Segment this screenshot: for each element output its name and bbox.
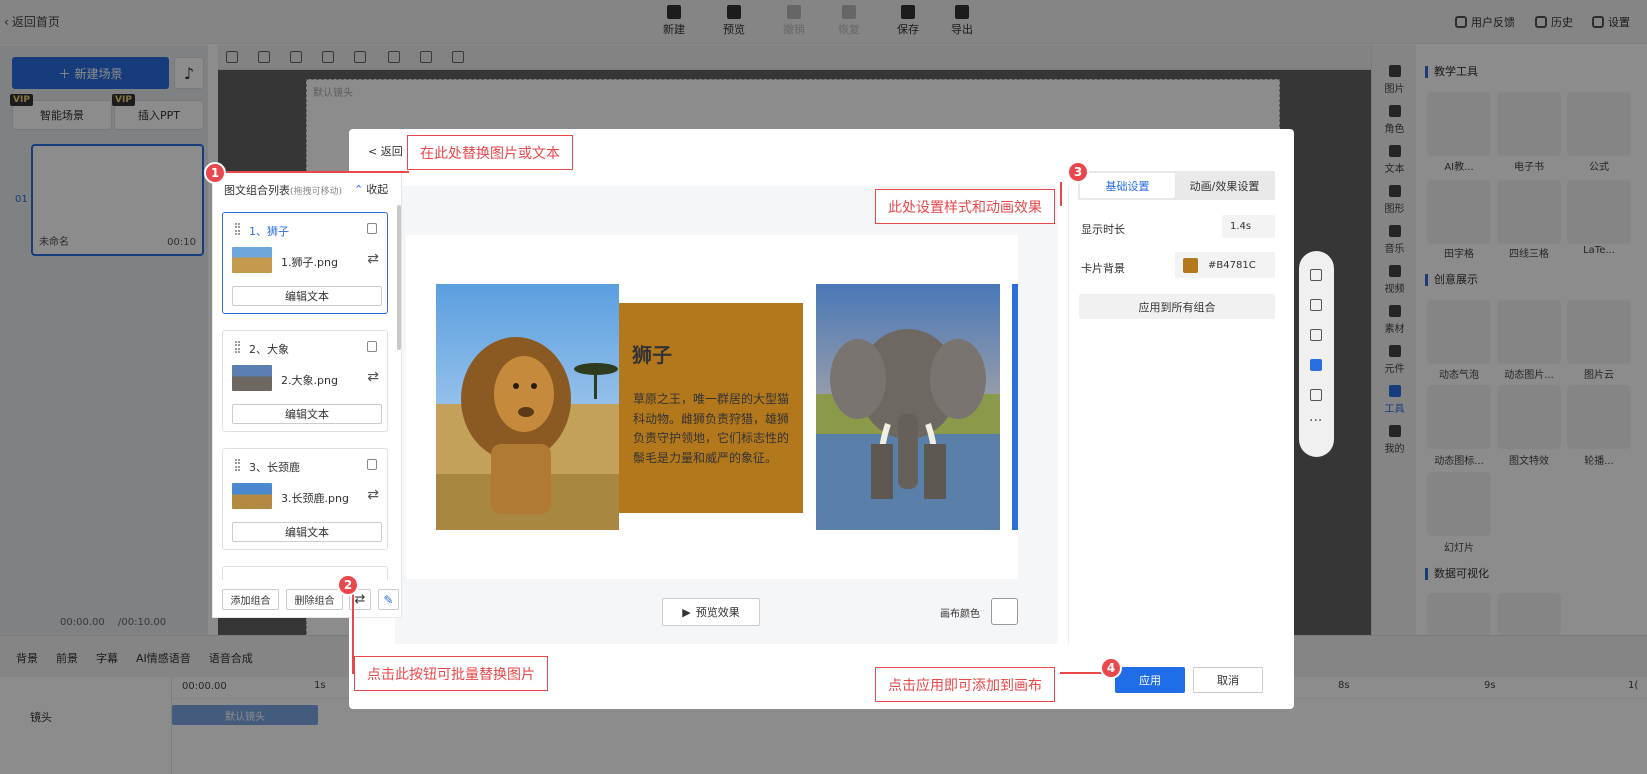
- elephant-image: [816, 284, 1000, 530]
- combo-item[interactable]: 1、狮子 1.狮子.png ⇄ 编辑文本: [222, 212, 388, 314]
- copy-icon[interactable]: [367, 341, 377, 352]
- duration-label: 显示时长: [1081, 223, 1125, 236]
- drag-hint: (拖拽可移动): [290, 187, 343, 197]
- fit-icon[interactable]: [1310, 269, 1322, 281]
- card-description: 草原之王，唯一群居的大型猫科动物。雌狮负责狩猎，雄狮负责守护领地，它们标志性的鬃…: [633, 392, 790, 465]
- collapse-button[interactable]: ⌃ 收起: [354, 181, 388, 197]
- drag-handle-icon[interactable]: [235, 459, 240, 471]
- cancel-button[interactable]: 取消: [1193, 667, 1263, 693]
- card-bg-label: 卡片背景: [1081, 262, 1125, 275]
- callout-3: 此处设置样式和动画效果: [875, 189, 1055, 224]
- edit-text-button[interactable]: 编辑文本: [232, 286, 382, 306]
- combo-item-title: 1、狮子: [249, 225, 289, 238]
- file-name: 2.大象.png: [281, 374, 338, 387]
- color-value: #B4781C: [1208, 259, 1256, 271]
- chevron-up-icon: ⌃: [354, 183, 364, 196]
- tab-basic-settings[interactable]: 基础设置: [1080, 173, 1175, 198]
- dialog-back-button[interactable]: < 返回: [368, 143, 403, 159]
- next-card-edge: [1012, 284, 1018, 530]
- callout-1-badge: 1: [204, 162, 226, 184]
- combo-item[interactable]: 2、大象 2.大象.png ⇄ 编辑文本: [222, 330, 388, 432]
- edit-text-button[interactable]: 编辑文本: [232, 404, 382, 424]
- lock-icon[interactable]: [1310, 329, 1322, 341]
- callout-1-line: [215, 171, 409, 173]
- floating-toolbar: ···: [1299, 251, 1334, 457]
- combo-item[interactable]: 3、长颈鹿 3.长颈鹿.png ⇄ 编辑文本: [222, 448, 388, 550]
- copy-icon[interactable]: [367, 223, 377, 234]
- add-group-button[interactable]: 添加组合: [222, 589, 279, 610]
- file-name: 3.长颈鹿.png: [281, 492, 349, 505]
- layer-icon[interactable]: [1310, 299, 1322, 311]
- giraffe-thumbnail[interactable]: [232, 483, 272, 509]
- callout-3-badge: 3: [1067, 161, 1089, 183]
- lion-image: [436, 284, 619, 530]
- file-name: 1.狮子.png: [281, 256, 338, 269]
- tab-animation-settings[interactable]: 动画/效果设置: [1176, 173, 1273, 198]
- callout-4-badge: 4: [1100, 657, 1122, 679]
- callout-2-badge: 2: [337, 574, 359, 596]
- drag-handle-icon[interactable]: [235, 341, 240, 353]
- phone-icon[interactable]: [1310, 389, 1322, 401]
- brush-button[interactable]: ✎: [378, 589, 399, 610]
- combo-item-title: 2、大象: [249, 343, 289, 356]
- screen-icon[interactable]: [1310, 359, 1322, 371]
- swap-icon[interactable]: ⇄: [367, 251, 379, 267]
- canvas-color-swatch[interactable]: [991, 598, 1018, 625]
- elephant-thumbnail[interactable]: [232, 365, 272, 391]
- swap-icon[interactable]: ⇄: [367, 369, 379, 385]
- color-swatch: [1183, 257, 1198, 273]
- callout-2: 点击此按钮可批量替换图片: [354, 656, 548, 691]
- duration-input[interactable]: 1.4s: [1222, 215, 1275, 238]
- canvas-color-label: 画布颜色: [940, 609, 980, 620]
- combo-item-title: 3、长颈鹿: [249, 461, 300, 474]
- apply-button[interactable]: 应用: [1115, 667, 1185, 693]
- list-scrollbar[interactable]: [397, 205, 401, 350]
- brush-icon: ✎: [383, 592, 394, 607]
- play-icon: ▶: [682, 605, 691, 619]
- card-bg-color-picker[interactable]: #B4781C: [1175, 252, 1275, 278]
- lion-thumbnail[interactable]: [232, 247, 272, 273]
- preview-effect-button[interactable]: ▶ 预览效果: [662, 598, 760, 626]
- swap-icon[interactable]: ⇄: [367, 487, 379, 503]
- drag-handle-icon[interactable]: [235, 223, 240, 235]
- combo-item-partial: [222, 566, 388, 580]
- edit-text-button[interactable]: 编辑文本: [232, 522, 382, 542]
- apply-to-all-button[interactable]: 应用到所有组合: [1079, 294, 1275, 319]
- more-icon[interactable]: ···: [1309, 413, 1322, 429]
- callout-4: 点击应用即可添加到画布: [875, 667, 1055, 702]
- callout-1: 在此处替换图片或文本: [407, 135, 573, 170]
- delete-group-button[interactable]: 删除组合: [286, 589, 343, 610]
- swap-icon: ⇄: [354, 592, 366, 607]
- combo-list-title: 图文组合列表(拖拽可移动): [224, 184, 343, 197]
- copy-icon[interactable]: [367, 459, 377, 470]
- callout-3-line: [1060, 182, 1062, 206]
- card-title: 狮子: [632, 343, 672, 367]
